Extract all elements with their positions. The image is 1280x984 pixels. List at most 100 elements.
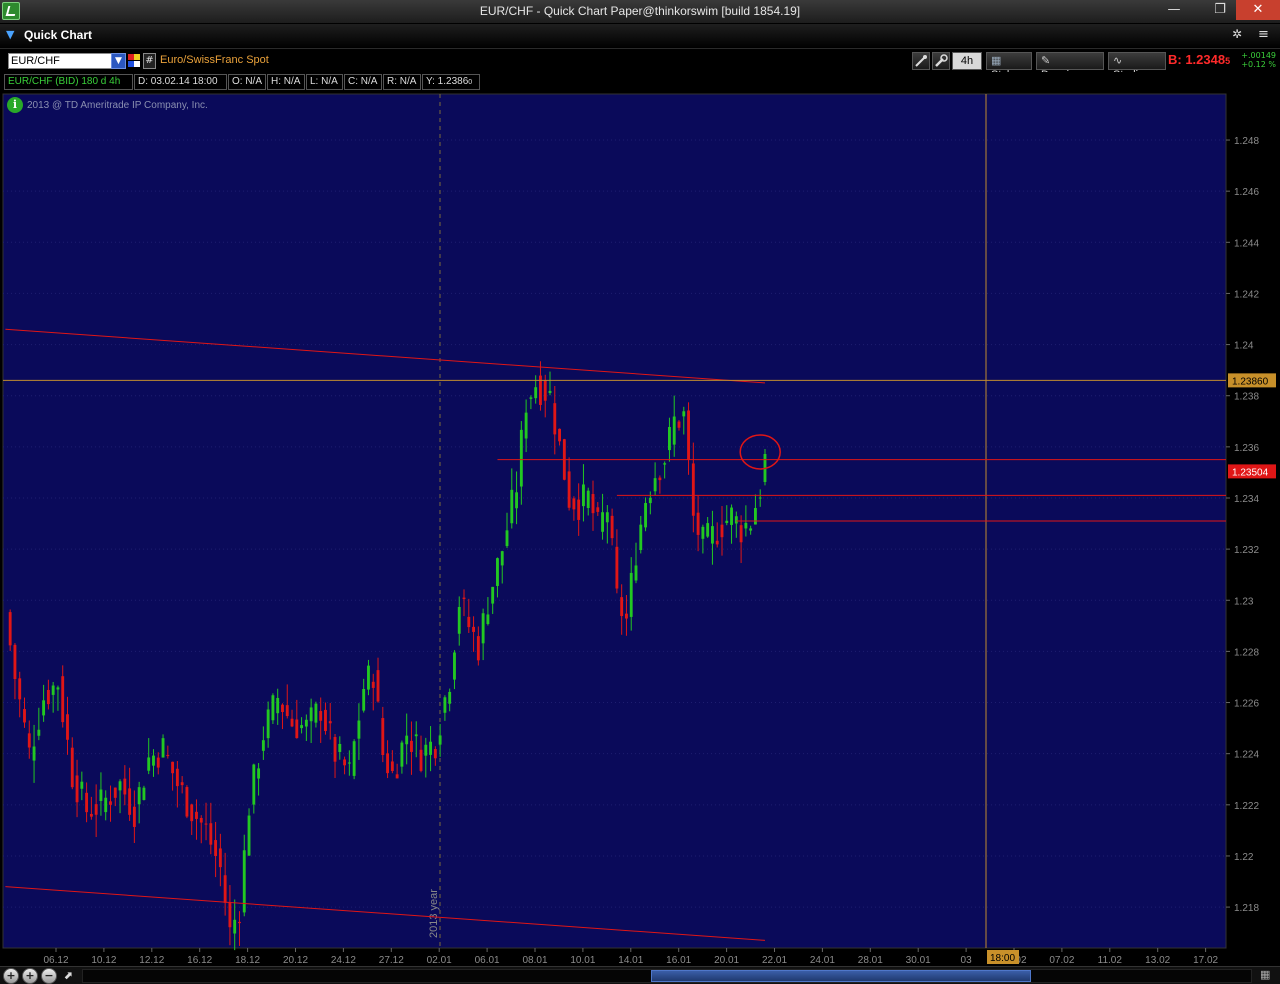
scroll-settings-icon[interactable]: ▦ bbox=[1260, 968, 1276, 984]
style-button[interactable]: ▦ Style bbox=[986, 52, 1032, 81]
candle-body bbox=[410, 740, 413, 752]
candle-body bbox=[37, 729, 41, 736]
x-tick-label: 20.12 bbox=[283, 955, 308, 966]
candle-body bbox=[85, 792, 89, 813]
candle-body bbox=[739, 525, 743, 543]
pencil-icon: ✎ bbox=[1041, 55, 1051, 67]
time-scrollbar-thumb[interactable] bbox=[651, 970, 1031, 982]
candle-body bbox=[137, 787, 141, 805]
wrench-icon[interactable] bbox=[932, 52, 950, 70]
candle-body bbox=[324, 709, 327, 732]
y-tick-label: 1.24 bbox=[1234, 341, 1254, 352]
candle-body bbox=[472, 626, 476, 632]
aggregation-selector[interactable]: 4h bbox=[952, 52, 982, 70]
candle-body bbox=[648, 497, 652, 504]
candle-body bbox=[333, 737, 337, 762]
candle-body bbox=[171, 761, 175, 774]
candle-body bbox=[285, 705, 289, 717]
pin-icon[interactable]: ✲ bbox=[1232, 27, 1248, 43]
candle-body bbox=[228, 902, 232, 928]
link-color-icon[interactable] bbox=[128, 54, 140, 68]
info-icon[interactable]: i bbox=[7, 97, 23, 113]
candle-body bbox=[261, 740, 265, 751]
price-chart[interactable]: 1.248 1.246 1.244 1.242 1.24 1.238 1.236 1.234 1… bbox=[0, 92, 1280, 966]
collapse-chevron-icon[interactable]: ▼ bbox=[6, 28, 14, 41]
candle-body bbox=[252, 764, 256, 805]
candle-body bbox=[343, 759, 347, 766]
title-bar: EUR/CHF - Quick Chart Paper@thinkorswim … bbox=[0, 0, 1280, 24]
candle-body bbox=[271, 695, 275, 721]
candle-body bbox=[644, 502, 647, 528]
candle-body bbox=[376, 670, 380, 702]
pan-crosshair-icon[interactable]: + bbox=[3, 968, 19, 984]
panel-menu-icon[interactable]: ≡ bbox=[1258, 27, 1274, 43]
time-scrollbar[interactable] bbox=[82, 969, 1252, 983]
candle-body bbox=[218, 848, 222, 868]
x-tick-label: 20.01 bbox=[714, 955, 739, 966]
candle-body bbox=[677, 421, 681, 428]
hash-button[interactable]: # bbox=[143, 53, 156, 69]
y-tick-label: 1.244 bbox=[1234, 238, 1259, 249]
candle-body bbox=[386, 753, 390, 774]
y-tick-label: 1.246 bbox=[1234, 187, 1259, 198]
symbol-dropdown-icon[interactable]: ▼ bbox=[111, 53, 126, 69]
zoom-out-icon[interactable]: − bbox=[41, 968, 57, 984]
zoom-in-icon[interactable]: + bbox=[22, 968, 38, 984]
chart-area[interactable]: 1.248 1.246 1.244 1.242 1.24 1.238 1.236 1.234 1… bbox=[0, 92, 1280, 968]
candle-body bbox=[572, 498, 576, 510]
candle-body bbox=[175, 768, 179, 787]
y-tick-label: 1.222 bbox=[1234, 801, 1259, 812]
candle-body bbox=[66, 714, 69, 740]
info-symbol-period: EUR/CHF (BID) 180 d 4h bbox=[4, 74, 133, 90]
candle-body bbox=[156, 757, 160, 768]
candle-body bbox=[266, 709, 270, 739]
candle-body bbox=[433, 749, 437, 759]
candle-body bbox=[515, 492, 518, 509]
candle-body bbox=[687, 410, 690, 460]
candle-body bbox=[543, 380, 547, 401]
candle-body bbox=[758, 497, 762, 499]
candle-body bbox=[94, 804, 98, 815]
bid-price-value: B: 1.2348 bbox=[1168, 52, 1226, 67]
candle-body bbox=[706, 523, 710, 537]
candle-body bbox=[123, 778, 127, 795]
candle-body bbox=[132, 806, 136, 827]
candle-body bbox=[672, 416, 676, 445]
chart-bottom-bar: + + − ⬈ ▦ bbox=[0, 966, 1280, 984]
candle-body bbox=[13, 644, 17, 680]
candle-body bbox=[682, 411, 686, 417]
candle-body bbox=[414, 734, 418, 737]
bid-price: B: 1.23485 bbox=[1168, 52, 1230, 67]
candle-body bbox=[314, 703, 318, 723]
info-y-text: Y: 1.2386 bbox=[426, 76, 469, 87]
style-icon: ▦ bbox=[991, 55, 1002, 67]
candle-body bbox=[453, 652, 456, 680]
minimize-button[interactable]: — bbox=[1160, 0, 1188, 20]
copyright-text: 2013 @ TD Ameritrade IP Company, Inc. bbox=[27, 100, 208, 111]
symbol-input[interactable]: EUR/CHF bbox=[8, 53, 126, 69]
candle-body bbox=[529, 397, 533, 399]
change-percent: +0.12 % bbox=[1241, 60, 1276, 69]
candle-body bbox=[749, 528, 753, 531]
candle-body bbox=[304, 719, 308, 727]
studies-button[interactable]: ∿ Studies bbox=[1108, 52, 1166, 81]
maximize-button[interactable]: ❐ bbox=[1206, 0, 1234, 20]
y-tick-label: 1.224 bbox=[1234, 750, 1259, 761]
candle-body bbox=[658, 477, 662, 481]
candle-body bbox=[500, 551, 504, 566]
drawings-button[interactable]: ✎ Drawings bbox=[1036, 52, 1104, 81]
candle-body bbox=[61, 676, 65, 723]
y-tick-label: 1.23 bbox=[1234, 596, 1254, 607]
candle-body bbox=[371, 681, 375, 688]
candle-body bbox=[238, 921, 241, 924]
candle-body bbox=[70, 747, 74, 788]
x-tick-label: 08.01 bbox=[522, 955, 547, 966]
close-button[interactable]: ✕ bbox=[1236, 0, 1280, 20]
candle-body bbox=[443, 697, 447, 713]
candle-body bbox=[620, 597, 624, 617]
pointer-cursor-icon[interactable]: ⬈ bbox=[60, 968, 76, 984]
candle-body bbox=[80, 781, 84, 789]
x-tick-label: 13.02 bbox=[1145, 955, 1170, 966]
draw-tool-icon[interactable] bbox=[912, 52, 930, 70]
candle-body bbox=[400, 742, 404, 767]
